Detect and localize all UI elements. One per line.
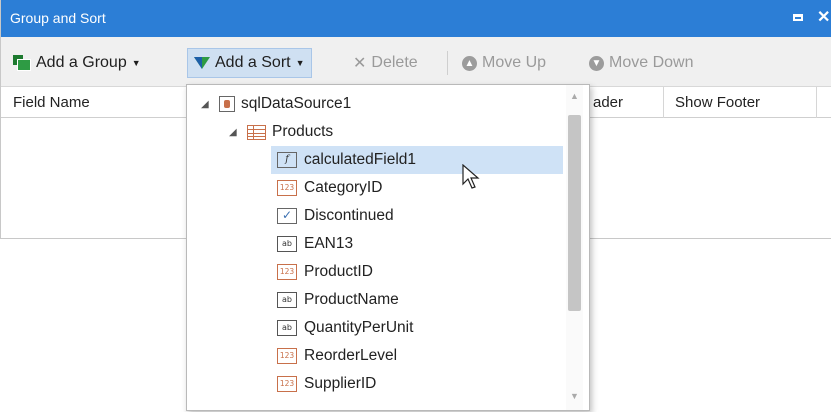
delete-icon: ✕ [353,55,367,72]
number-field-icon: 123 [277,180,297,196]
chevron-down-icon: ▼ [131,58,141,68]
field-list-dropdown: ◢ sqlDataSource1 ◢ Products f calculated… [186,84,590,411]
number-field-icon: 123 [277,376,297,392]
field-label: SupplierID [304,375,377,392]
column-divider[interactable] [816,87,817,118]
add-sort-label: Add a Sort [215,54,291,71]
field-label: ReorderLevel [304,347,398,364]
add-group-button[interactable]: Add a Group ▼ [13,49,141,77]
move-up-label: Move Up [482,54,547,71]
tree-field-item[interactable]: ab QuantityPerUnit [277,314,413,342]
column-header-show-header[interactable]: ader [593,94,623,111]
scrollbar-thumb[interactable] [568,115,581,311]
table-icon [247,124,266,140]
add-sort-button[interactable]: Add a Sort ▼ [187,48,312,78]
field-label: Discontinued [304,207,394,224]
move-down-button[interactable]: ▼ Move Down [589,49,693,77]
field-label: CategoryID [304,179,383,196]
field-label: ProductName [304,291,399,308]
mouse-pointer-icon [462,164,480,189]
datasource-icon [219,96,235,112]
table-label: Products [272,123,334,140]
calculated-field-icon: f [277,152,297,168]
title-bar: Group and Sort ✕ [1,0,831,37]
field-label: ProductID [304,263,373,280]
expand-arrow-icon[interactable]: ◢ [201,99,213,110]
tree-node-datasource[interactable]: ◢ sqlDataSource1 [201,90,351,118]
datasource-label: sqlDataSource1 [241,95,352,112]
arrow-down-icon: ▼ [589,55,604,71]
tree-field-item[interactable]: 123 SupplierID [277,370,376,398]
tree-field-item[interactable]: ab EAN13 [277,230,353,258]
number-field-icon: 123 [277,348,297,364]
toolbar: Add a Group ▼ Add a Sort ▼ ✕ Delete ▲ Mo… [1,37,831,87]
chevron-down-icon: ▼ [295,58,305,68]
boolean-field-icon: ✓ [277,208,297,224]
string-field-icon: ab [277,320,297,336]
maximize-icon[interactable] [791,10,807,26]
close-icon[interactable]: ✕ [817,10,831,26]
move-down-label: Move Down [609,54,694,71]
tree-field-item[interactable]: ab ProductName [277,286,399,314]
tree-field-item[interactable]: f calculatedField1 [271,146,563,174]
sort-icon [194,55,210,71]
delete-label: Delete [371,54,418,71]
window-title: Group and Sort [10,10,106,26]
string-field-icon: ab [277,292,297,308]
number-field-icon: 123 [277,264,297,280]
field-label: EAN13 [304,235,354,252]
add-group-icon [13,55,31,71]
field-label: QuantityPerUnit [304,319,414,336]
delete-button[interactable]: ✕ Delete [353,49,418,77]
tree-field-item[interactable]: 123 ProductID [277,258,373,286]
column-header-field-name[interactable]: Field Name [13,94,90,111]
column-header-show-footer[interactable]: Show Footer [675,94,760,111]
tree-node-table[interactable]: ◢ Products [229,118,333,146]
toolbar-separator [447,51,448,75]
add-group-label: Add a Group [36,54,127,71]
scroll-up-icon[interactable]: ▲ [570,91,579,101]
expand-arrow-icon[interactable]: ◢ [229,127,241,138]
arrow-up-icon: ▲ [462,55,477,71]
string-field-icon: ab [277,236,297,252]
scroll-down-icon[interactable]: ▼ [570,391,579,401]
tree-field-item[interactable]: ✓ Discontinued [277,202,394,230]
move-up-button[interactable]: ▲ Move Up [462,49,546,77]
tree-field-item[interactable]: 123 CategoryID [277,174,382,202]
tree-field-item[interactable]: 123 ReorderLevel [277,342,397,370]
column-divider[interactable] [663,87,664,118]
field-label: calculatedField1 [304,151,417,168]
